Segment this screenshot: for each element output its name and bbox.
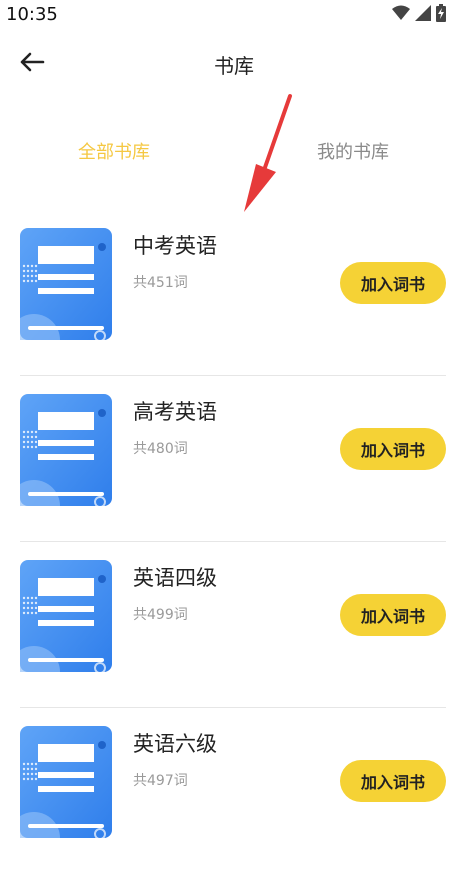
book-word-count: 共451词 bbox=[133, 275, 188, 291]
book-title: 高考英语 bbox=[133, 400, 217, 424]
signal-icon bbox=[415, 5, 431, 21]
book-cover-icon bbox=[20, 394, 112, 506]
status-icons bbox=[392, 4, 446, 22]
add-to-wordbook-button[interactable]: 加入词书 bbox=[340, 594, 446, 636]
app-bar: 书库 bbox=[0, 40, 468, 84]
book-title: 中考英语 bbox=[133, 234, 217, 258]
status-time: 10:35 bbox=[6, 4, 58, 25]
list-item: 高考英语 共480词 加入词书 bbox=[0, 376, 468, 542]
battery-icon bbox=[436, 4, 446, 22]
book-word-count: 共480词 bbox=[133, 441, 188, 457]
add-to-wordbook-button[interactable]: 加入词书 bbox=[340, 760, 446, 802]
page-title: 书库 bbox=[214, 54, 254, 78]
add-to-wordbook-button[interactable]: 加入词书 bbox=[340, 428, 446, 470]
wifi-icon bbox=[392, 5, 410, 20]
list-item: 英语四级 共499词 加入词书 bbox=[0, 542, 468, 708]
status-bar: 10:35 bbox=[0, 0, 468, 28]
book-title: 英语四级 bbox=[133, 566, 217, 590]
book-word-count: 共499词 bbox=[133, 607, 188, 623]
add-to-wordbook-button[interactable]: 加入词书 bbox=[340, 262, 446, 304]
list-item: 英语六级 共497词 加入词书 bbox=[0, 708, 468, 874]
book-word-count: 共497词 bbox=[133, 773, 188, 789]
book-cover-icon bbox=[20, 726, 112, 838]
book-title: 英语六级 bbox=[133, 732, 217, 756]
tab-my-library[interactable]: 我的书库 bbox=[283, 138, 423, 164]
tab-all-library[interactable]: 全部书库 bbox=[44, 138, 184, 164]
annotation-arrow-icon bbox=[244, 94, 292, 212]
book-cover-icon bbox=[20, 560, 112, 672]
book-cover-icon bbox=[20, 228, 112, 340]
list-item: 中考英语 共451词 加入词书 bbox=[0, 210, 468, 376]
